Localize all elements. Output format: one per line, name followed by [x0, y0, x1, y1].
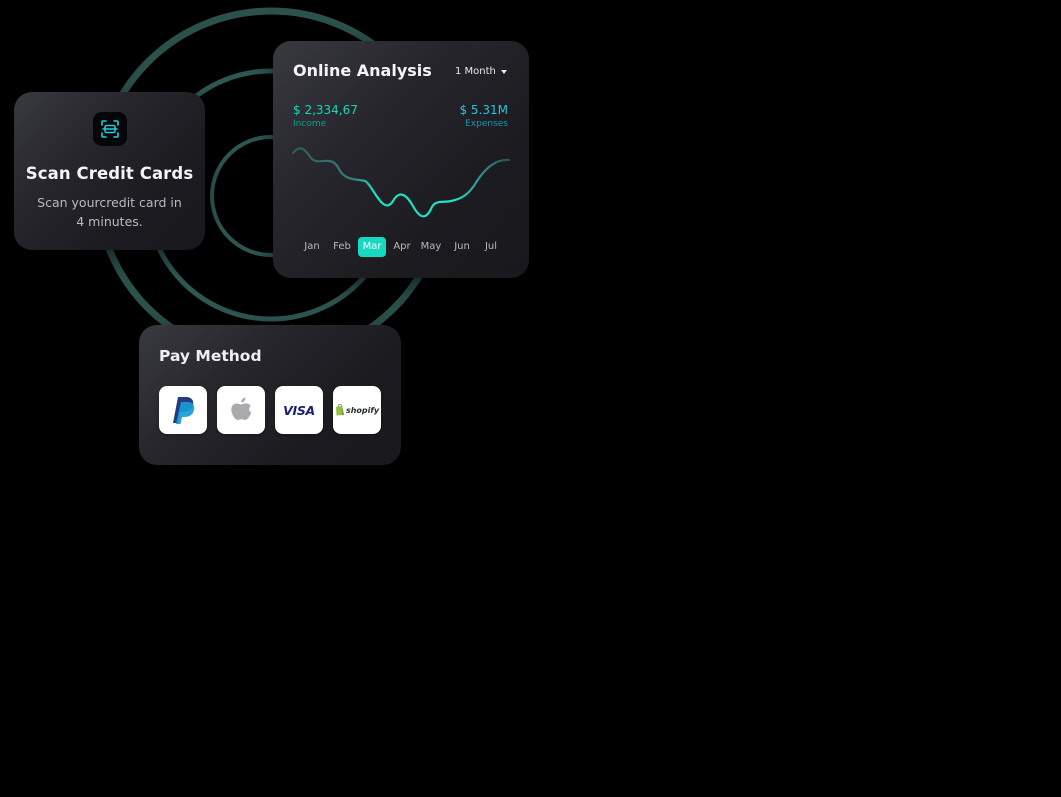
- visa-button[interactable]: VISA: [275, 386, 323, 434]
- paypal-icon: [173, 397, 195, 424]
- apple-icon: [231, 397, 252, 420]
- expenses-label: Expenses: [465, 119, 508, 129]
- pay-method-card: Pay Method VISA shopify: [139, 325, 401, 465]
- shopify-button[interactable]: shopify: [333, 386, 381, 434]
- shopify-logo: shopify: [335, 404, 379, 416]
- apple-pay-button[interactable]: [217, 386, 265, 434]
- month-selector: Jan Feb Mar Apr May Jun Jul: [297, 237, 509, 257]
- scan-credit-cards-card[interactable]: Scan Credit Cards Scan yourcredit card i…: [14, 92, 205, 250]
- period-dropdown[interactable]: 1 Month: [455, 66, 507, 77]
- analysis-title: Online Analysis: [293, 61, 432, 80]
- month-tab-may[interactable]: May: [416, 237, 446, 257]
- month-tab-feb[interactable]: Feb: [327, 237, 357, 257]
- visa-icon: VISA: [283, 402, 315, 418]
- shopify-icon: [335, 404, 344, 416]
- pay-method-title: Pay Method: [159, 347, 262, 365]
- scan-card-description: Scan yourcredit card in 4 minutes.: [37, 195, 182, 229]
- app-canvas: Scan Credit Cards Scan yourcredit card i…: [0, 0, 1061, 797]
- income-value: $ 2,334,67: [293, 103, 358, 117]
- paypal-button[interactable]: [159, 386, 207, 434]
- month-tab-mar[interactable]: Mar: [358, 237, 386, 257]
- scan-card-icon: [93, 112, 127, 146]
- expenses-value: $ 5.31M: [459, 103, 508, 117]
- chevron-down-icon: [500, 69, 507, 74]
- shopify-label: shopify: [345, 405, 380, 415]
- month-tab-jul[interactable]: Jul: [476, 237, 506, 257]
- income-label: Income: [293, 119, 327, 129]
- month-tab-jun[interactable]: Jun: [447, 237, 477, 257]
- analysis-trend-line: [291, 147, 511, 218]
- online-analysis-card: Online Analysis 1 Month $ 2,334,67 Incom…: [273, 41, 529, 278]
- month-tab-jan[interactable]: Jan: [297, 237, 327, 257]
- scan-card-title: Scan Credit Cards: [25, 164, 194, 183]
- month-tab-apr[interactable]: Apr: [387, 237, 417, 257]
- period-value: 1 Month: [455, 66, 496, 77]
